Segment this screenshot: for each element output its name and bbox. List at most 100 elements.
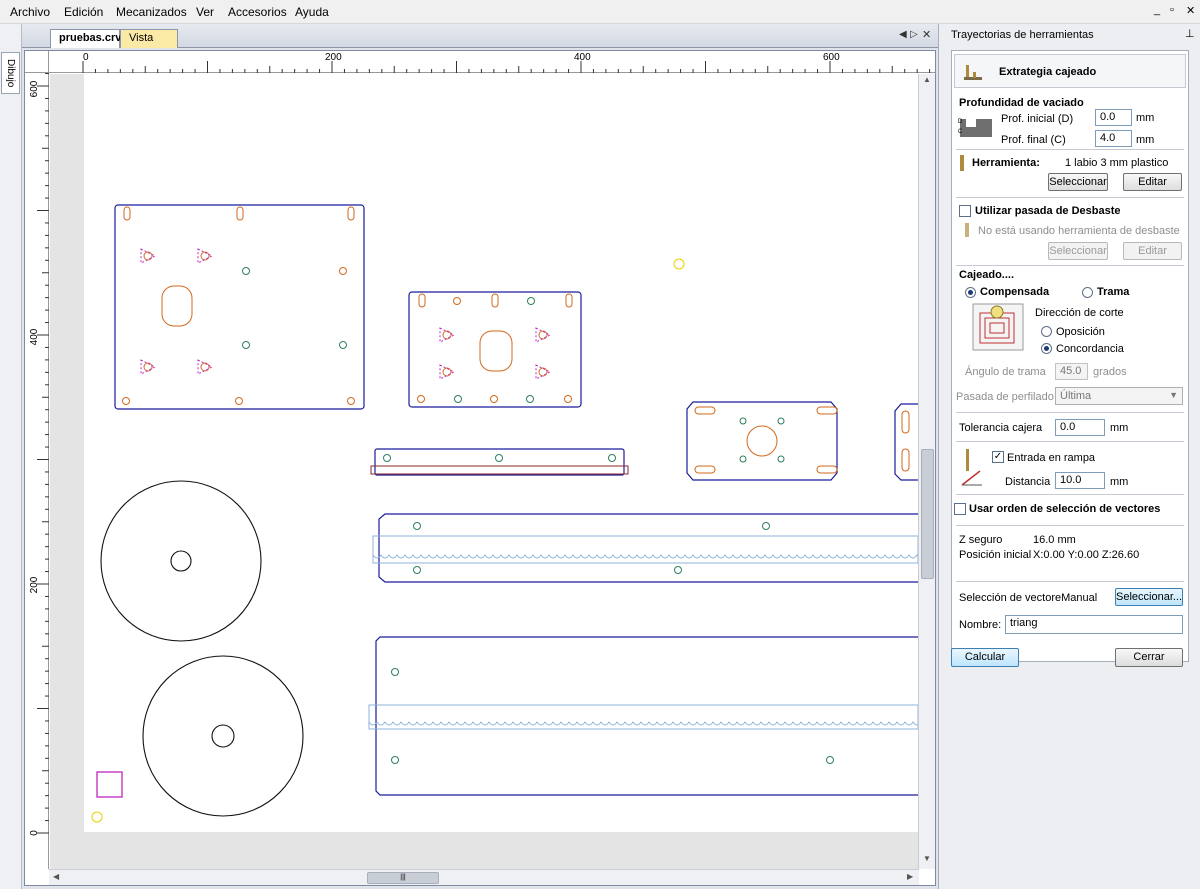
hole[interactable] bbox=[538, 367, 548, 377]
slot[interactable] bbox=[694, 465, 716, 474]
roughing-select-button[interactable]: Seleccionar bbox=[1048, 242, 1108, 260]
center-pocket[interactable] bbox=[479, 330, 513, 372]
hole[interactable] bbox=[143, 362, 153, 372]
start-depth-input[interactable]: 0.0 bbox=[1095, 109, 1132, 126]
yellow-marker[interactable] bbox=[673, 258, 685, 270]
slot[interactable] bbox=[123, 206, 131, 221]
hole[interactable] bbox=[777, 417, 785, 425]
hole[interactable] bbox=[490, 395, 498, 403]
hole[interactable] bbox=[383, 454, 391, 462]
disc-outline[interactable] bbox=[100, 480, 262, 642]
plate-2-outline[interactable] bbox=[408, 291, 582, 408]
hole[interactable] bbox=[527, 297, 535, 305]
hole[interactable] bbox=[200, 251, 210, 261]
hole[interactable] bbox=[739, 455, 747, 463]
pin-icon[interactable]: ⊥ bbox=[1185, 27, 1195, 40]
horizontal-scrollbar[interactable]: ◀ ||| ▶ bbox=[49, 869, 919, 885]
horizontal-scroll-thumb[interactable]: ||| bbox=[367, 872, 439, 884]
scroll-up-icon[interactable]: ▲ bbox=[923, 75, 931, 84]
plate-4-outline[interactable] bbox=[894, 403, 918, 481]
ramp-distance-input[interactable]: 10.0 bbox=[1055, 472, 1105, 489]
hole[interactable] bbox=[674, 566, 682, 574]
hole[interactable] bbox=[442, 367, 452, 377]
rack-2[interactable] bbox=[368, 636, 922, 796]
rack-1[interactable] bbox=[372, 513, 926, 583]
hole[interactable] bbox=[777, 455, 785, 463]
slot[interactable] bbox=[694, 406, 716, 415]
slot[interactable] bbox=[816, 465, 838, 474]
rack-tooth-band[interactable] bbox=[372, 535, 919, 564]
close-button[interactable]: Cerrar bbox=[1115, 648, 1183, 667]
vertical-scroll-thumb[interactable] bbox=[921, 449, 934, 579]
menu-mecanizados[interactable]: Mecanizados bbox=[116, 5, 187, 19]
hole[interactable] bbox=[453, 297, 461, 305]
plate-3[interactable] bbox=[686, 401, 838, 481]
slot[interactable] bbox=[901, 448, 910, 472]
hole[interactable] bbox=[495, 454, 503, 462]
close-icon[interactable]: ✕ bbox=[1186, 4, 1195, 17]
disc-2[interactable] bbox=[142, 655, 304, 817]
rack-outline[interactable] bbox=[375, 636, 918, 796]
slot[interactable] bbox=[816, 406, 838, 415]
tab-dibujo[interactable]: Dibujo bbox=[1, 52, 20, 94]
menu-edicion[interactable]: Edición bbox=[64, 5, 103, 19]
plate-4-partial[interactable] bbox=[894, 403, 918, 481]
center-hole[interactable] bbox=[746, 425, 778, 457]
scroll-left-icon[interactable]: ◀ bbox=[53, 872, 59, 881]
hole[interactable] bbox=[242, 341, 250, 349]
offset-radio[interactable] bbox=[965, 287, 976, 298]
triangle-mark[interactable] bbox=[439, 327, 456, 343]
tool-edit-button[interactable]: Editar bbox=[1123, 173, 1182, 191]
triangle-mark[interactable] bbox=[439, 364, 456, 380]
disc-center-hole[interactable] bbox=[211, 724, 235, 748]
plate-1[interactable] bbox=[114, 204, 365, 410]
hole[interactable] bbox=[242, 267, 250, 275]
tab-close-icon[interactable]: ✕ bbox=[922, 28, 931, 41]
vector-order-checkbox[interactable] bbox=[954, 503, 966, 515]
hole[interactable] bbox=[235, 397, 243, 405]
disc-1[interactable] bbox=[100, 480, 262, 642]
roughing-edit-button[interactable]: Editar bbox=[1123, 242, 1182, 260]
menu-archivo[interactable]: Archivo bbox=[10, 5, 50, 19]
vertical-scrollbar[interactable]: ▲ ▼ bbox=[918, 74, 935, 869]
hole[interactable] bbox=[739, 417, 747, 425]
hole[interactable] bbox=[339, 267, 347, 275]
scroll-down-icon[interactable]: ▼ bbox=[923, 854, 931, 863]
tool-select-button[interactable]: Seleccionar bbox=[1048, 173, 1108, 191]
plate-1-outline[interactable] bbox=[114, 204, 365, 410]
disc-outline[interactable] bbox=[142, 655, 304, 817]
name-input[interactable]: triang bbox=[1005, 615, 1183, 634]
hole[interactable] bbox=[826, 756, 834, 764]
slot[interactable] bbox=[347, 206, 355, 221]
tab-scroll-right-icon[interactable]: ▷ bbox=[910, 29, 918, 40]
menu-accesorios[interactable]: Accesorios bbox=[228, 5, 287, 19]
bar-outline[interactable] bbox=[374, 448, 625, 476]
hole[interactable] bbox=[413, 566, 421, 574]
tolerance-input[interactable]: 0.0 bbox=[1055, 419, 1105, 436]
scroll-right-icon[interactable]: ▶ bbox=[907, 872, 913, 881]
vector-drawing[interactable] bbox=[50, 74, 926, 869]
rack-tooth-band[interactable] bbox=[368, 704, 919, 730]
tab-vista-3d[interactable]: Vista 3D bbox=[120, 29, 178, 61]
slot[interactable] bbox=[236, 206, 244, 221]
center-pocket[interactable] bbox=[161, 285, 193, 327]
raster-radio[interactable] bbox=[1082, 287, 1093, 298]
tab-pruebas[interactable]: pruebas.crv bbox=[50, 29, 121, 48]
triangle-mark[interactable] bbox=[140, 359, 157, 375]
hole[interactable] bbox=[200, 362, 210, 372]
hole[interactable] bbox=[347, 397, 355, 405]
slot[interactable] bbox=[565, 293, 573, 308]
rack-outline[interactable] bbox=[378, 513, 918, 583]
disc-center-hole[interactable] bbox=[170, 550, 192, 572]
hole[interactable] bbox=[454, 395, 462, 403]
hole[interactable] bbox=[538, 330, 548, 340]
calculate-button[interactable]: Calcular bbox=[951, 648, 1019, 667]
rack-teeth[interactable] bbox=[368, 721, 922, 726]
hole[interactable] bbox=[122, 397, 130, 405]
menu-ayuda[interactable]: Ayuda bbox=[295, 5, 329, 19]
end-depth-input[interactable]: 4.0 bbox=[1095, 130, 1132, 147]
hole[interactable] bbox=[339, 341, 347, 349]
raster-angle-input[interactable]: 45.0 bbox=[1055, 363, 1088, 380]
hole[interactable] bbox=[564, 395, 572, 403]
yellow-marker[interactable] bbox=[91, 811, 103, 823]
